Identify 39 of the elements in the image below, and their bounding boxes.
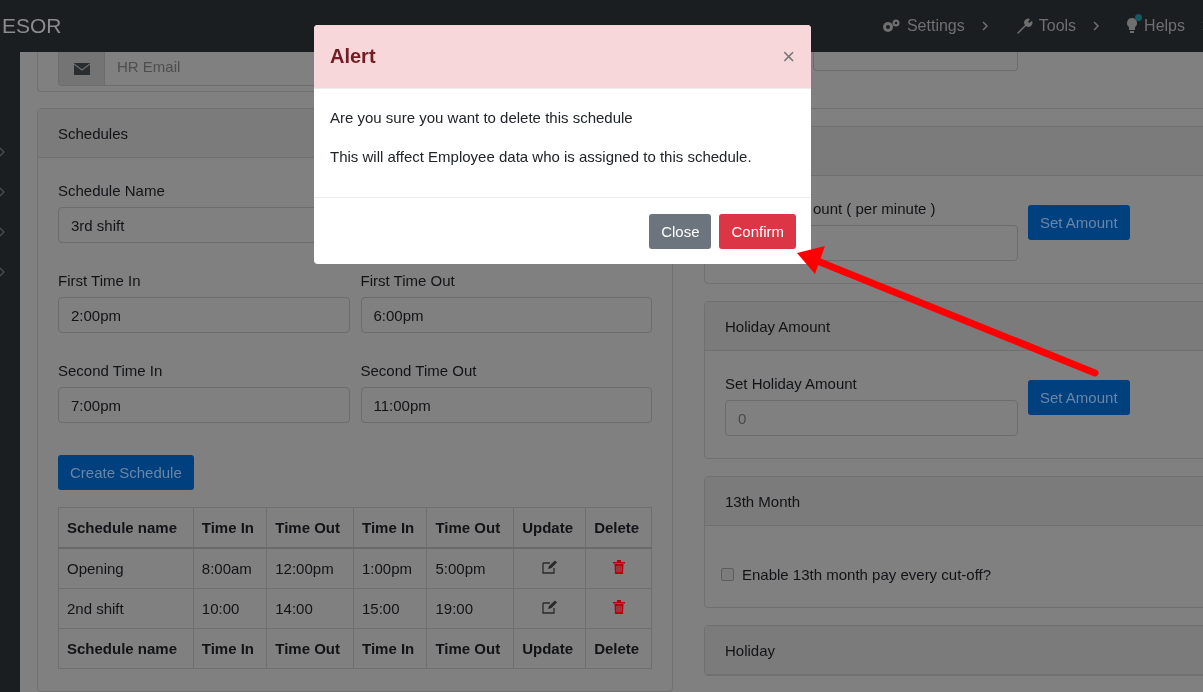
column-header: Time Out (426, 507, 514, 548)
column-footer: Schedule name (58, 628, 194, 669)
card-title: Schedules (58, 124, 129, 142)
column-footer: Time Out (266, 628, 354, 669)
dialog-message: This will affect Employee data who is assigned to this schedule. (330, 148, 753, 165)
dialog-message: Are you sure you want to delete this schedule (330, 109, 634, 126)
field-label: Schedule Name (58, 182, 166, 199)
card-title: 13th Month (725, 492, 801, 510)
column-footer: Time Out (426, 628, 514, 669)
field-label: First Time Out (360, 272, 456, 289)
column-header: Time In (353, 507, 427, 548)
column-footer: Delete (585, 628, 652, 669)
table-cell: 2nd shift (58, 588, 194, 629)
column-footer: Update (513, 628, 586, 669)
field-label: Set Holiday Amount (725, 375, 858, 392)
column-footer: Time In (193, 628, 267, 669)
column-header: Time Out (266, 507, 354, 548)
table-cell: 19:00 (426, 588, 514, 629)
field-label: ount ( per minute ) (813, 200, 937, 217)
table-cell: Opening (58, 548, 194, 589)
checkbox-label: Enable 13th month pay every cut-off? (742, 566, 992, 583)
table-cell: 15:00 (353, 588, 427, 629)
column-header: Delete (585, 507, 652, 548)
dialog-title: Alert (330, 45, 376, 68)
field-label: Second Time Out (360, 362, 478, 379)
field-label: Second Time In (58, 362, 164, 379)
column-header: Time In (193, 507, 267, 548)
card-title: Holiday Amount (725, 317, 831, 335)
table-cell: 10:00 (193, 588, 267, 629)
table-cell: 5:00pm (426, 548, 514, 589)
column-header: Update (513, 507, 586, 548)
table-cell: 1:00pm (353, 548, 427, 589)
column-header: Schedule name (58, 507, 194, 548)
field-label: First Time In (58, 272, 142, 289)
table-cell: 8:00am (193, 548, 267, 589)
card-title: Holiday (725, 641, 776, 659)
table-cell: 14:00 (266, 588, 354, 629)
table-cell: 12:00pm (266, 548, 354, 589)
column-footer: Time In (353, 628, 427, 669)
